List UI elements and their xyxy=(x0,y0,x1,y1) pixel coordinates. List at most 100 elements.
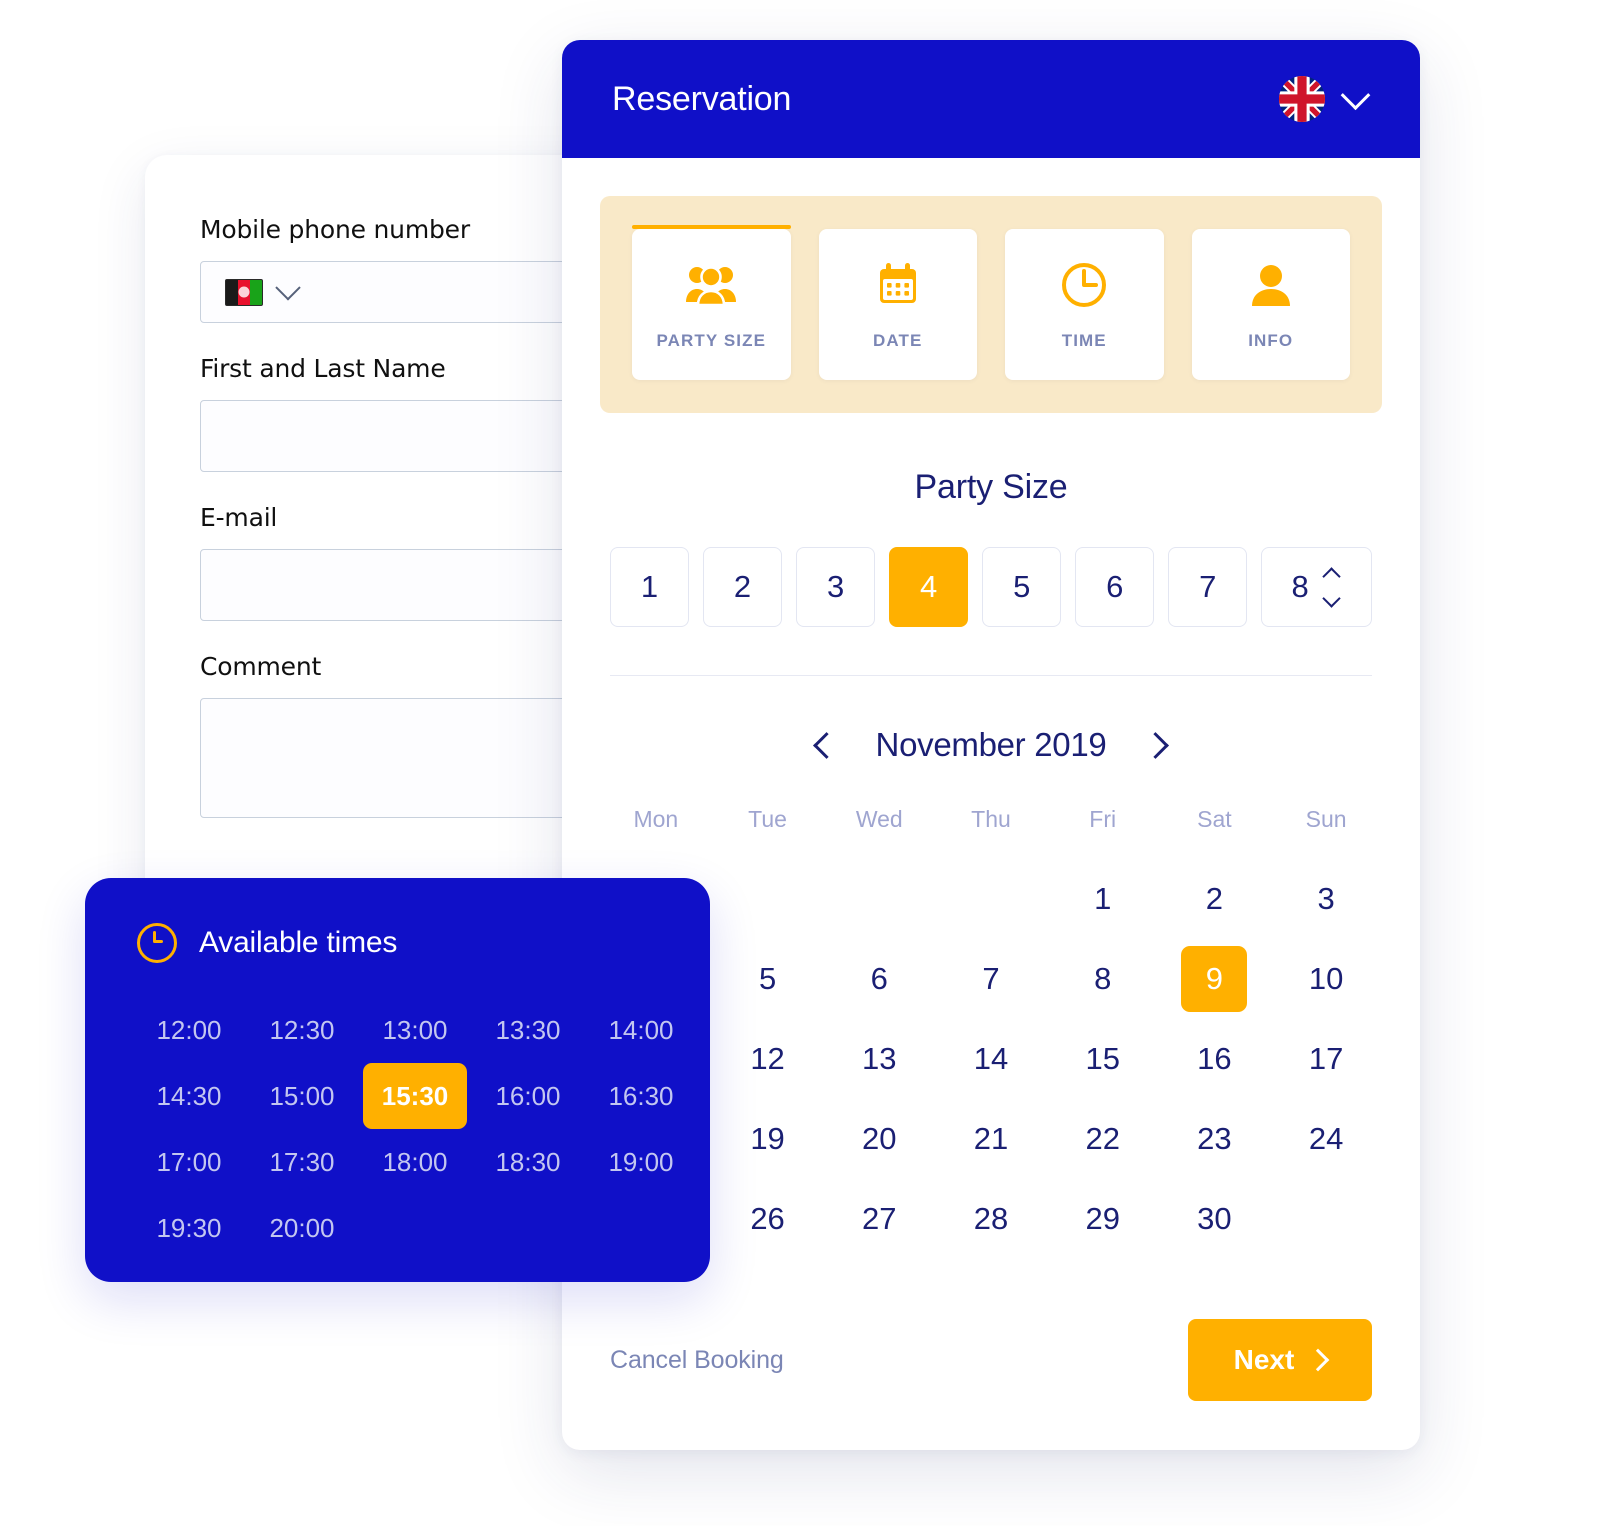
calendar-day-cell[interactable]: 2 xyxy=(1159,859,1271,939)
chevron-left-icon[interactable] xyxy=(812,731,840,759)
party-size-option[interactable]: 1 xyxy=(609,547,690,627)
calendar-day-number[interactable]: 29 xyxy=(1070,1186,1136,1252)
calendar-day-cell[interactable]: 30 xyxy=(1159,1179,1271,1259)
calendar-day-number[interactable]: 3 xyxy=(1293,866,1359,932)
calendar-day-number[interactable]: 5 xyxy=(735,946,801,1012)
calendar-day-cell[interactable]: 14 xyxy=(935,1019,1047,1099)
calendar-day-number[interactable]: 22 xyxy=(1070,1106,1136,1172)
chevron-down-icon[interactable] xyxy=(275,275,301,301)
step-time[interactable]: TIME xyxy=(1005,229,1164,380)
calendar-day-cell[interactable]: 15 xyxy=(1047,1019,1159,1099)
time-slot[interactable]: 15:00 xyxy=(250,1063,354,1129)
time-slot[interactable]: 13:00 xyxy=(363,997,467,1063)
calendar-day-cell[interactable]: 20 xyxy=(823,1099,935,1179)
calendar-day-number[interactable]: 13 xyxy=(846,1026,912,1092)
calendar-day-cell[interactable]: 29 xyxy=(1047,1179,1159,1259)
time-slot[interactable]: 19:30 xyxy=(137,1195,241,1261)
calendar-day-number[interactable]: 14 xyxy=(958,1026,1024,1092)
party-size-option[interactable]: 4 xyxy=(889,547,969,627)
calendar-day-number[interactable]: 16 xyxy=(1181,1026,1247,1092)
step-label-time: TIME xyxy=(1061,330,1107,350)
calendar-day-number[interactable]: 27 xyxy=(846,1186,912,1252)
time-slot[interactable]: 14:30 xyxy=(137,1063,241,1129)
calendar-day-cell[interactable]: 26 xyxy=(712,1179,824,1259)
calendar-day-cell[interactable]: 16 xyxy=(1159,1019,1271,1099)
time-slot[interactable]: 17:30 xyxy=(250,1129,354,1195)
time-slot[interactable]: 14:00 xyxy=(589,997,693,1063)
calendar-day-cell[interactable]: 24 xyxy=(1270,1099,1382,1179)
calendar-day-cell[interactable]: 23 xyxy=(1159,1099,1271,1179)
party-size-option[interactable]: 5 xyxy=(982,547,1062,627)
calendar-day-cell[interactable]: 17 xyxy=(1270,1019,1382,1099)
party-size-option[interactable]: 2 xyxy=(703,547,783,627)
step-date[interactable]: DATE xyxy=(818,229,977,380)
next-button[interactable]: Next xyxy=(1188,1319,1372,1401)
calendar-day-cell[interactable]: 8 xyxy=(1047,939,1159,1019)
time-slot[interactable]: 13:30 xyxy=(476,997,580,1063)
party-size-stepper[interactable]: 8 xyxy=(1261,547,1373,627)
chevron-down-icon[interactable] xyxy=(1322,588,1341,608)
calendar-day-cell[interactable]: 21 xyxy=(935,1099,1047,1179)
calendar-day-cell[interactable]: 13 xyxy=(823,1019,935,1099)
calendar-day-number[interactable]: 28 xyxy=(958,1186,1024,1252)
calendar-day-number[interactable]: 12 xyxy=(735,1026,801,1092)
party-size-stepper-arrows[interactable] xyxy=(1322,566,1341,608)
reservation-footer: Cancel Booking Next xyxy=(610,1319,1372,1401)
step-info[interactable]: INFO xyxy=(1191,229,1350,380)
calendar-day-cell[interactable]: 6 xyxy=(823,939,935,1019)
calendar-day-number[interactable]: 23 xyxy=(1181,1106,1247,1172)
time-slot[interactable]: 12:30 xyxy=(250,997,354,1063)
calendar-day-number[interactable]: 15 xyxy=(1070,1026,1136,1092)
calendar-day-number[interactable]: 24 xyxy=(1293,1106,1359,1172)
chevron-down-icon[interactable] xyxy=(1340,79,1371,110)
step-label-party-size: PARTY SIZE xyxy=(656,330,767,350)
calendar-day-number[interactable]: 17 xyxy=(1293,1026,1359,1092)
calendar-day-number[interactable]: 9 xyxy=(1181,946,1248,1012)
calendar-day-cell[interactable]: 1 xyxy=(1047,859,1159,939)
calendar-day-number[interactable]: 19 xyxy=(735,1106,801,1172)
calendar-icon xyxy=(872,259,924,311)
calendar-day-cell[interactable]: 3 xyxy=(1270,859,1382,939)
calendar-day-cell[interactable]: 9 xyxy=(1159,939,1271,1019)
calendar-day-number[interactable]: 6 xyxy=(846,946,912,1012)
calendar-day-number[interactable]: 7 xyxy=(958,946,1024,1012)
calendar-empty-cell xyxy=(823,859,935,939)
time-slot[interactable]: 18:30 xyxy=(476,1129,580,1195)
calendar-day-number[interactable]: 8 xyxy=(1070,946,1136,1012)
time-slot[interactable]: 18:00 xyxy=(363,1129,467,1195)
chevron-up-icon[interactable] xyxy=(1322,566,1341,586)
step-party-size[interactable]: PARTY SIZE xyxy=(632,225,791,380)
calendar-weekday-label: Sun xyxy=(1305,806,1347,832)
time-slot[interactable]: 12:00 xyxy=(137,997,241,1063)
time-slot[interactable]: 15:30 xyxy=(363,1063,467,1129)
time-slot[interactable]: 17:00 xyxy=(137,1129,241,1195)
calendar-day-number[interactable]: 1 xyxy=(1070,866,1136,932)
party-size-option[interactable]: 7 xyxy=(1168,547,1248,627)
calendar-day-cell[interactable]: 10 xyxy=(1270,939,1382,1019)
calendar-day-number[interactable]: 30 xyxy=(1181,1186,1247,1252)
party-size-option[interactable]: 3 xyxy=(796,547,876,627)
calendar-day-number[interactable]: 2 xyxy=(1181,866,1247,932)
calendar-day-number[interactable]: 10 xyxy=(1293,946,1359,1012)
time-slot[interactable]: 16:30 xyxy=(589,1063,693,1129)
time-slot[interactable]: 19:00 xyxy=(589,1129,693,1195)
calendar-day-cell[interactable]: 7 xyxy=(935,939,1047,1019)
time-slot[interactable]: 20:00 xyxy=(250,1195,354,1261)
chevron-right-icon[interactable] xyxy=(1142,731,1170,759)
flag-afghanistan-icon xyxy=(225,278,263,306)
language-selector[interactable] xyxy=(1279,76,1371,122)
calendar-day-cell[interactable]: 22 xyxy=(1047,1099,1159,1179)
calendar-empty-cell xyxy=(712,859,824,939)
calendar-day-number[interactable]: 20 xyxy=(846,1106,912,1172)
calendar-day-number[interactable]: 21 xyxy=(958,1106,1024,1172)
calendar-day-cell[interactable]: 28 xyxy=(935,1179,1047,1259)
calendar-day-cell[interactable]: 19 xyxy=(712,1099,824,1179)
cancel-booking-link[interactable]: Cancel Booking xyxy=(610,1346,784,1375)
calendar-day-cell[interactable]: 27 xyxy=(823,1179,935,1259)
calendar-month-label: November 2019 xyxy=(875,726,1107,763)
calendar-day-cell[interactable]: 5 xyxy=(712,939,824,1019)
party-size-option[interactable]: 6 xyxy=(1075,547,1155,627)
time-slot[interactable]: 16:00 xyxy=(476,1063,580,1129)
calendar-day-number[interactable]: 26 xyxy=(735,1186,801,1252)
calendar-day-cell[interactable]: 12 xyxy=(712,1019,824,1099)
